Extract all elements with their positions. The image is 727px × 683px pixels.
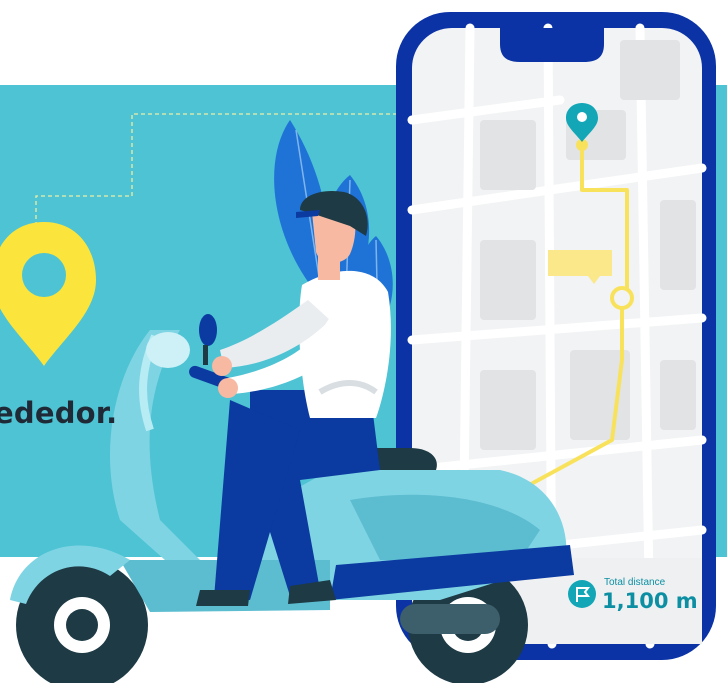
banner-headline: ededor. — [0, 396, 118, 430]
flag-icon — [568, 580, 596, 608]
route-waypoint — [610, 286, 634, 310]
distance-label: Total distance — [604, 577, 666, 588]
distance-value: 1,100 m — [602, 589, 698, 613]
